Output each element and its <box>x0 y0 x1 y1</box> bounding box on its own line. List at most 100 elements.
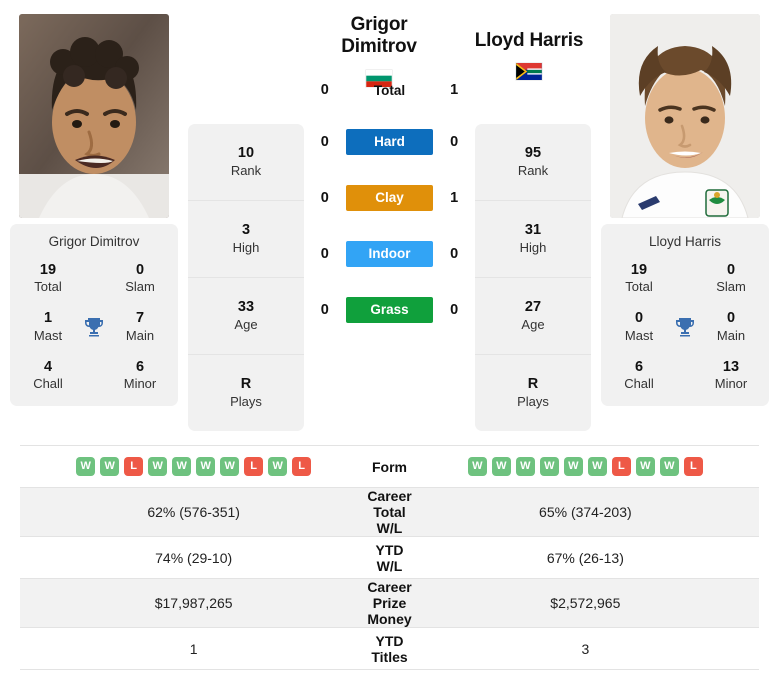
player-card-right[interactable]: Lloyd Harris 19 Total 0 Slam 0 Mast 0 Ma… <box>601 14 769 407</box>
h2h-surface-list: 0 Hard 0 0 Clay 1 0 Indoor 0 0 Grass 0 <box>304 114 475 338</box>
info-cell-plays: R Plays <box>475 355 591 431</box>
info-value: 3 <box>241 222 251 239</box>
form-badge-win[interactable]: W <box>172 457 192 476</box>
form-badge-loss[interactable]: L <box>244 457 264 476</box>
info-label: Rank <box>230 162 262 178</box>
titles-label: Mast <box>624 327 654 343</box>
form-badge-win[interactable]: W <box>76 457 96 476</box>
player-info-right: 95 Rank 31 High 27 Age R Plays <box>475 124 591 431</box>
form-badge-win[interactable]: W <box>196 457 216 476</box>
info-cell-high: 3 High <box>188 201 304 278</box>
info-cell-age: 33 Age <box>188 278 304 355</box>
surface-badge-clay[interactable]: Clay <box>345 185 434 211</box>
titles-cell: 0 Slam <box>703 261 759 295</box>
trophy-icon <box>77 315 111 339</box>
h2h-total-left-score: 0 <box>320 82 329 98</box>
stat-value-right: 3 <box>581 640 590 657</box>
info-value: 27 <box>524 299 542 316</box>
form-badge-win[interactable]: W <box>148 457 168 476</box>
titles-cell: 0 Slam <box>112 261 168 295</box>
info-value: 33 <box>237 299 255 316</box>
stat-value-left: 1 <box>189 640 198 657</box>
player-name-line1: Grigor <box>350 14 408 35</box>
form-badge-win[interactable]: W <box>467 457 487 476</box>
titles-value: 6 <box>634 358 644 375</box>
form-badge-win[interactable]: W <box>515 457 535 476</box>
form-badge-win[interactable]: W <box>491 457 511 476</box>
form-badge-win[interactable]: W <box>587 457 607 476</box>
surface-badge-hard[interactable]: Hard <box>345 129 434 155</box>
trophy-icon <box>668 315 702 339</box>
player-comparison-header: Grigor Dimitrov 19 Total 0 Slam 1 Mast 7… <box>0 0 779 431</box>
surface-badge-indoor[interactable]: Indoor <box>345 241 434 267</box>
table-row-career-prize-money: $17,987,265 Career Prize Money $2,572,96… <box>20 578 759 628</box>
form-badge-loss[interactable]: L <box>611 457 631 476</box>
info-cell-high: 31 High <box>475 201 591 278</box>
titles-row: 19 Total 0 Slam <box>607 261 763 295</box>
h2h-surface-row-hard: 0 Hard 0 <box>304 114 475 170</box>
form-badge-win[interactable]: W <box>539 457 559 476</box>
surface-right-score: 0 <box>450 246 459 262</box>
form-strip-left: WWLWWWWLWL <box>20 457 367 476</box>
form-strip-right: WWWWWWLWWL <box>412 457 759 476</box>
form-badge-win[interactable]: W <box>220 457 240 476</box>
stat-value-right: $2,572,965 <box>550 595 621 611</box>
titles-value: 0 <box>634 310 644 327</box>
titles-row: 19 Total 0 Slam <box>16 261 172 295</box>
row-label: YTD Titles <box>371 632 408 665</box>
titles-label: Main <box>125 327 155 343</box>
player-photo-left[interactable] <box>19 14 169 218</box>
surface-left-score: 0 <box>320 190 329 206</box>
table-row-ytd-wl: 74% (29-10) YTD W/L 67% (26-13) <box>20 537 759 579</box>
surface-badge-grass[interactable]: Grass <box>345 297 434 323</box>
form-badge-loss[interactable]: L <box>124 457 144 476</box>
surface-left-score: 0 <box>320 134 329 150</box>
titles-label: Total <box>34 279 62 295</box>
info-cell-age: 27 Age <box>475 278 591 355</box>
form-badge-win[interactable]: W <box>268 457 288 476</box>
row-label: Form <box>372 458 407 475</box>
player-card-left[interactable]: Grigor Dimitrov 19 Total 0 Slam 1 Mast 7… <box>10 14 178 407</box>
titles-cell: 6 Minor <box>112 358 168 392</box>
titles-label: Slam <box>125 279 155 295</box>
player-photo-right[interactable] <box>610 14 760 218</box>
form-badge-loss[interactable]: L <box>292 457 312 476</box>
table-row-form: WWLWWWWLWL Form WWWWWWLWWL <box>20 446 759 488</box>
titles-cell: 1 Mast <box>20 309 76 343</box>
player-name-right: Lloyd Harris <box>648 234 722 249</box>
row-label: Career Prize Money <box>367 579 412 627</box>
info-label: Age <box>521 316 545 332</box>
titles-label: Main <box>716 327 746 343</box>
info-value: R <box>527 376 539 393</box>
titles-cell: 19 Total <box>611 261 667 295</box>
stat-value-right: 67% (26-13) <box>546 549 624 566</box>
stat-value-right: 65% (374-203) <box>539 504 632 520</box>
player-heading-right[interactable]: Lloyd Harris <box>454 14 604 81</box>
form-badge-win[interactable]: W <box>659 457 679 476</box>
titles-value: 1 <box>43 310 53 327</box>
info-label: Plays <box>230 393 262 409</box>
form-cell-right: WWWWWWLWWL <box>412 446 759 488</box>
info-value: R <box>240 376 252 393</box>
info-value: 95 <box>524 145 542 162</box>
titles-cell: 7 Main <box>112 309 168 343</box>
titles-label: Mast <box>33 327 63 343</box>
table-row-career-total-wl: 62% (576-351) Career Total W/L 65% (374-… <box>20 487 759 537</box>
titles-value: 13 <box>722 358 740 375</box>
surface-right-score: 0 <box>450 134 459 150</box>
flag-south-africa-icon <box>516 63 542 81</box>
titles-cell: 19 Total <box>20 261 76 295</box>
titles-card-left: Grigor Dimitrov 19 Total 0 Slam 1 Mast 7… <box>10 224 178 407</box>
h2h-surface-row-indoor: 0 Indoor 0 <box>304 226 475 282</box>
info-value: 10 <box>237 145 255 162</box>
surface-right-score: 0 <box>450 302 459 318</box>
player-info-left: 10 Rank 3 High 33 Age R Plays <box>188 124 304 431</box>
form-badge-win[interactable]: W <box>635 457 655 476</box>
titles-label: Slam <box>716 279 746 295</box>
form-badge-win[interactable]: W <box>563 457 583 476</box>
form-badge-win[interactable]: W <box>100 457 120 476</box>
info-label: High <box>232 239 260 255</box>
form-badge-loss[interactable]: L <box>683 457 703 476</box>
player-name-line2: Dimitrov <box>341 36 417 58</box>
info-cell-rank: 10 Rank <box>188 124 304 201</box>
